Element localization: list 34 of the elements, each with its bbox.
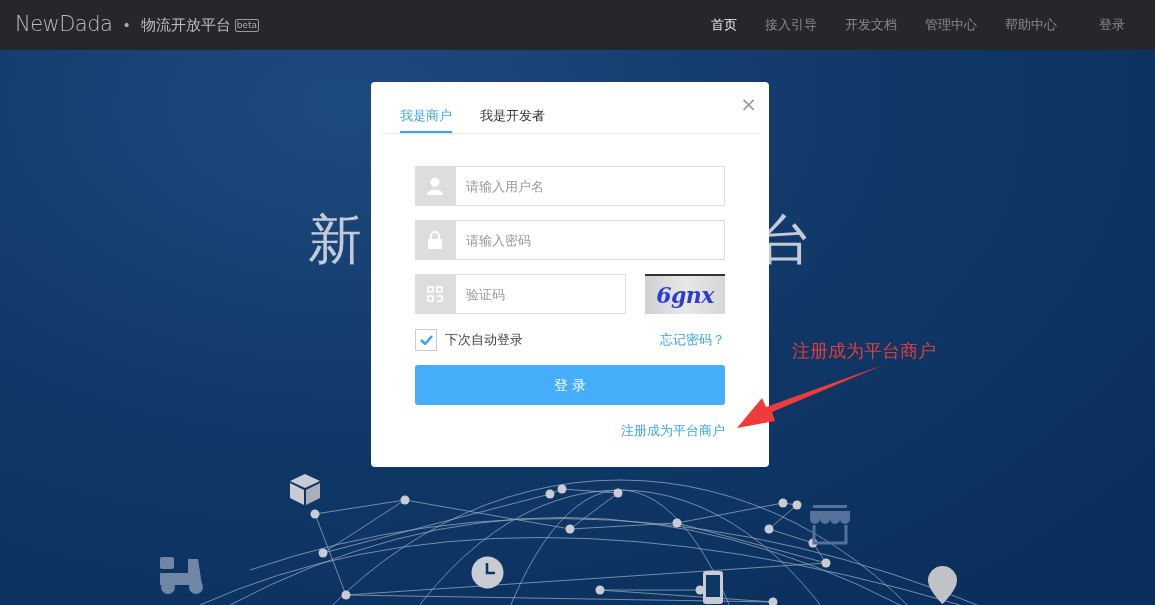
input-field[interactable]: 验证码	[455, 274, 626, 314]
lock-icon	[428, 231, 442, 249]
hero-title: 新	[308, 208, 362, 272]
nav-link[interactable]: 帮助中心	[1005, 15, 1057, 35]
nav-link[interactable]: 接入引导	[765, 15, 817, 35]
map-pin-icon	[927, 565, 958, 605]
scooter-icon	[158, 555, 204, 595]
qr-code-icon	[427, 286, 443, 302]
clock-icon	[471, 556, 504, 589]
box-icon	[288, 472, 322, 506]
checkmark-icon	[419, 335, 433, 345]
login-tab[interactable]: 我是商户	[400, 100, 452, 133]
nav-link[interactable]: 首页	[711, 15, 737, 35]
register-link[interactable]: 注册成为平台商户	[621, 421, 725, 441]
login-link[interactable]: 登录	[1099, 15, 1125, 35]
store-icon	[808, 505, 852, 545]
site-name: 物流开放平台	[140, 14, 231, 36]
input-field[interactable]: 请输入密码	[455, 220, 725, 260]
separator-dot: •	[122, 15, 131, 35]
phone-icon	[702, 570, 724, 605]
user-icon	[427, 177, 443, 195]
nav-link[interactable]: 开发文档	[845, 15, 897, 35]
close-button[interactable]: ×	[740, 94, 757, 114]
forgot-password-link[interactable]: 忘记密码？	[660, 330, 725, 350]
beta-badge: beta	[234, 18, 259, 32]
annotation-text: 注册成为平台商户	[792, 339, 936, 363]
remember-label: 下次自动登录	[445, 331, 523, 350]
nav-link[interactable]: 管理中心	[925, 15, 977, 35]
captcha-image[interactable]: 6gnx	[645, 274, 725, 314]
input-field[interactable]: 请输入用户名	[455, 166, 725, 206]
checkbox[interactable]	[415, 329, 437, 351]
login-tab[interactable]: 我是开发者	[480, 100, 545, 133]
logo[interactable]: NewDada	[15, 9, 113, 41]
login-button[interactable]: 登 录	[415, 365, 725, 405]
